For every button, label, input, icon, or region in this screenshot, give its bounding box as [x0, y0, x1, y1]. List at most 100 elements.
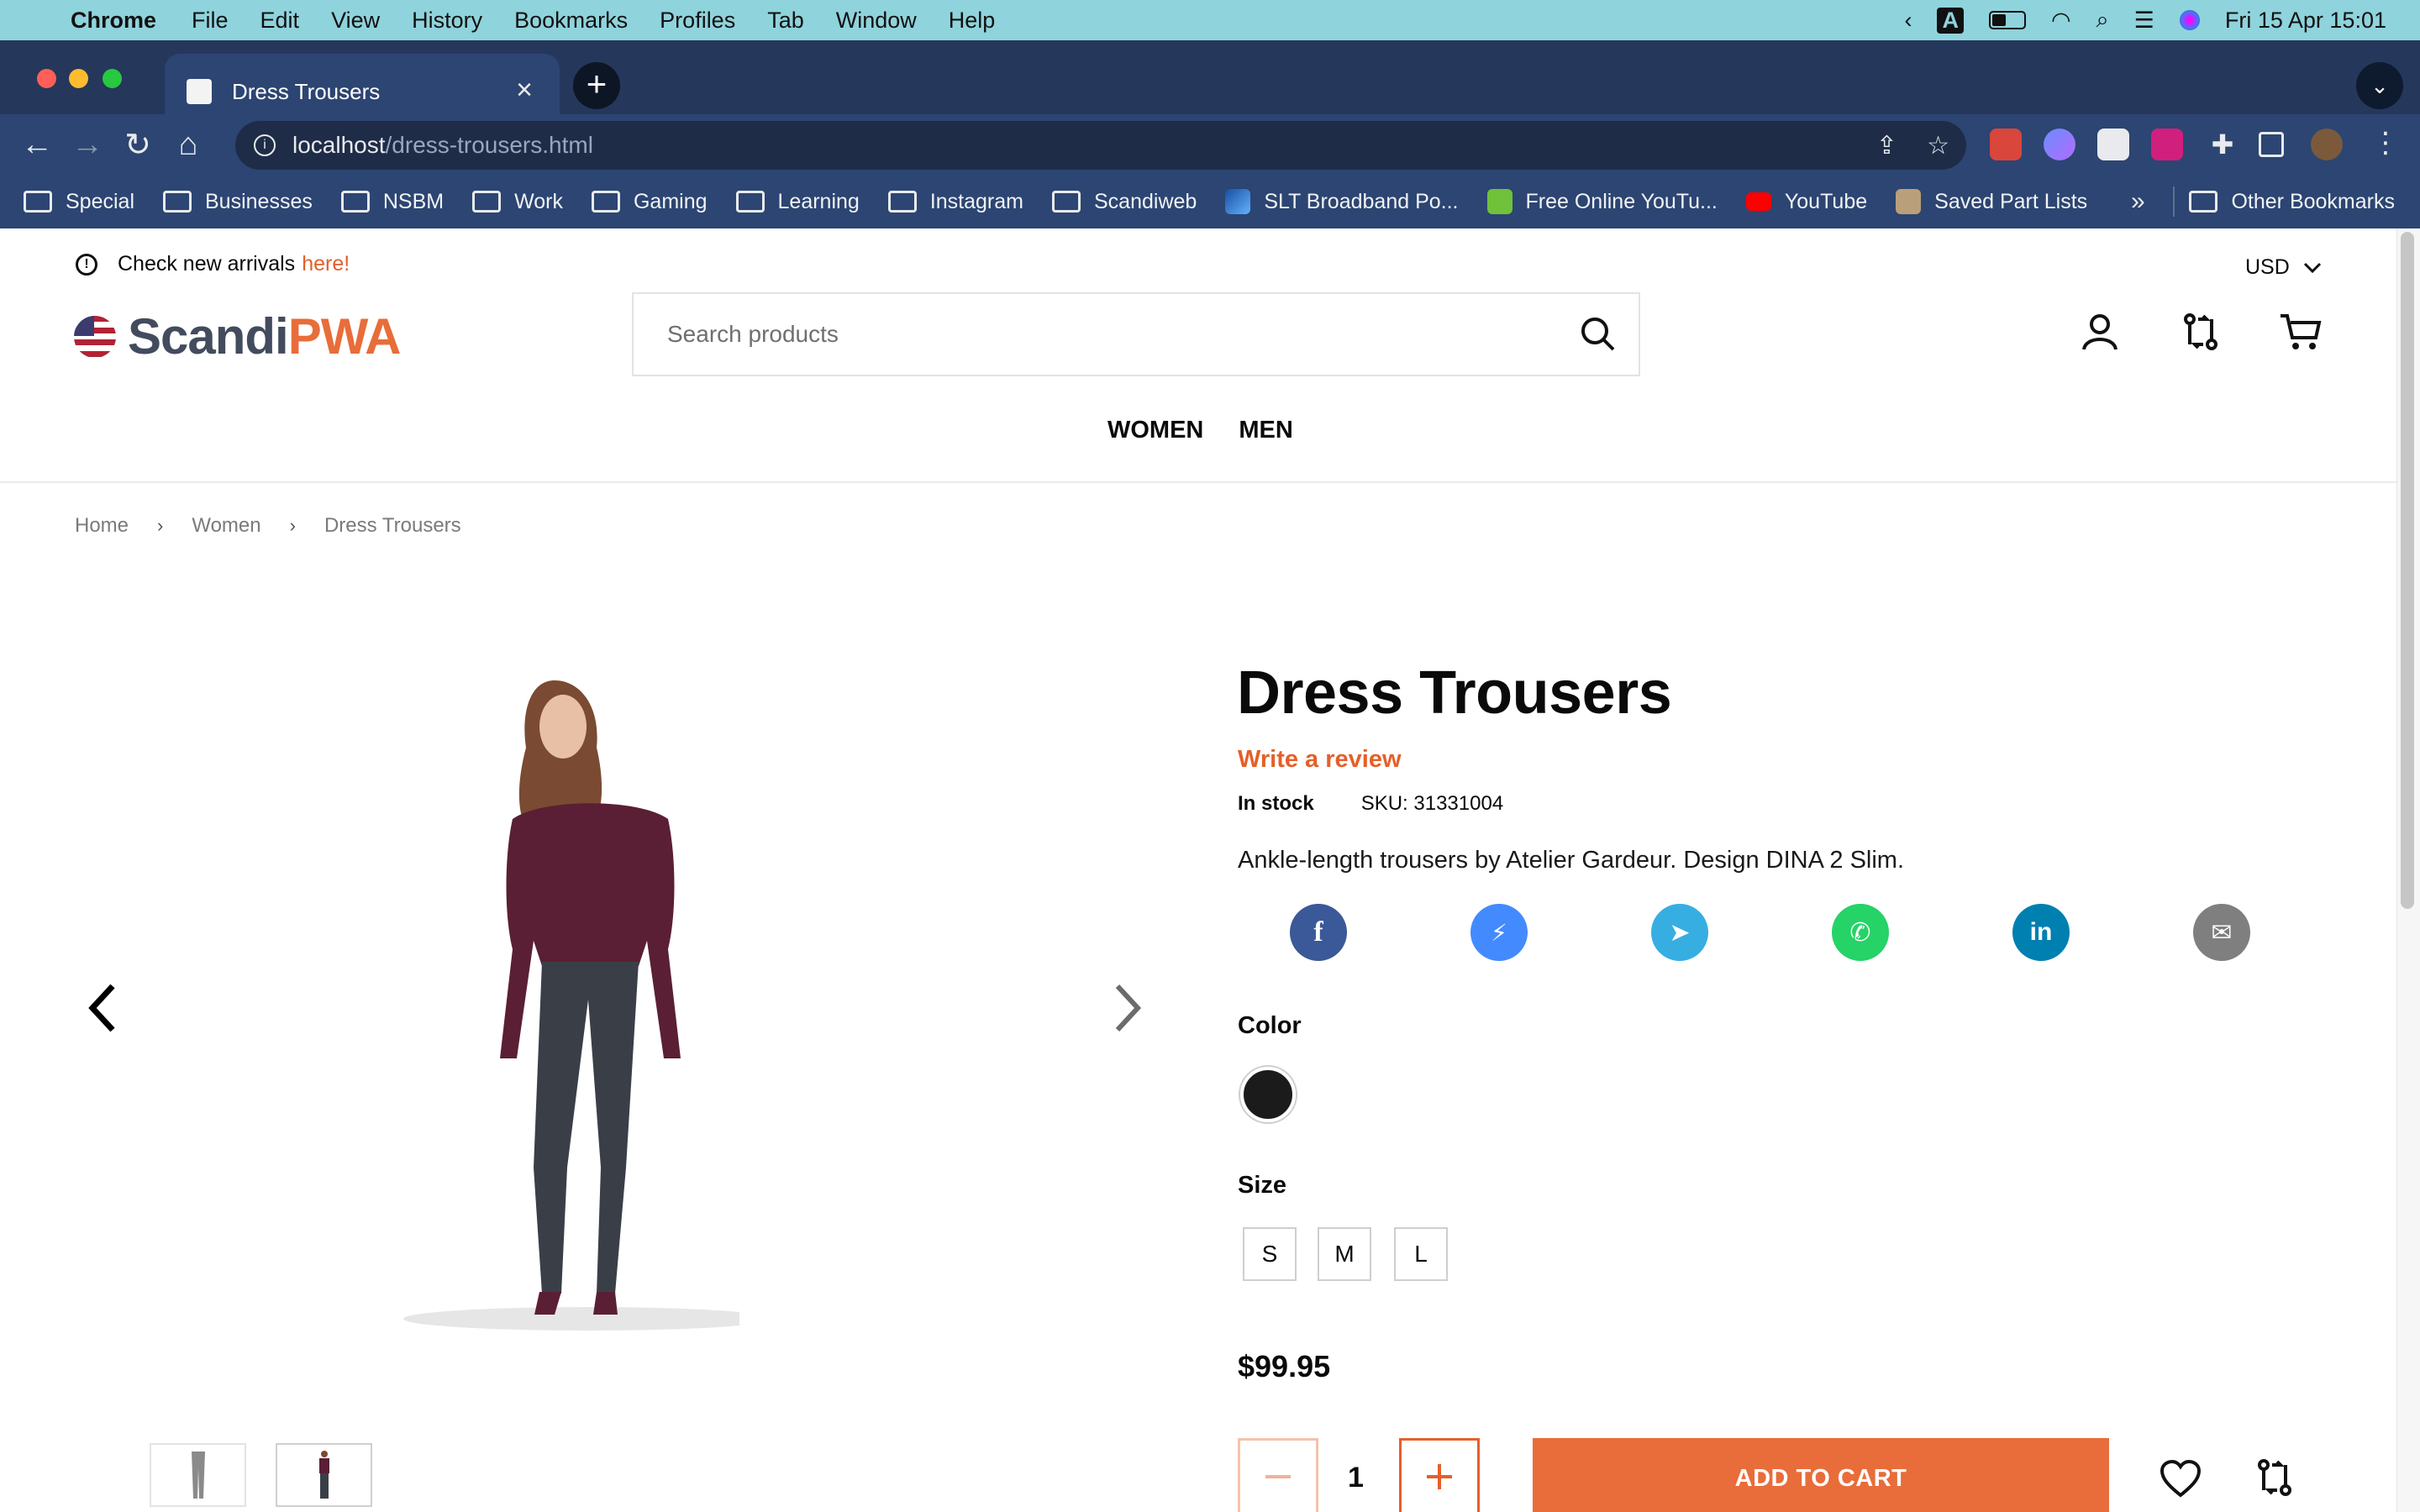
- address-bar[interactable]: i localhost/dress-trousers.html ⇪ ☆: [235, 121, 1966, 170]
- notice-text: Check new arrivals: [118, 252, 296, 276]
- share-email-button[interactable]: ✉: [2193, 904, 2250, 961]
- site-info-icon[interactable]: i: [254, 134, 276, 156]
- other-bookmarks[interactable]: Other Bookmarks: [2189, 175, 2395, 228]
- add-to-cart-button[interactable]: ADD TO CART: [1533, 1438, 2109, 1512]
- share-telegram-button[interactable]: ➤: [1651, 904, 1708, 961]
- share-messenger-button[interactable]: ⚡: [1470, 904, 1528, 961]
- siri-icon[interactable]: [2179, 10, 2200, 30]
- bookmark-slt-broadband[interactable]: SLT Broadband Po...: [1225, 189, 1459, 214]
- scrollbar-thumb[interactable]: [2401, 232, 2414, 909]
- extension-2-icon[interactable]: [2044, 129, 2075, 160]
- size-option-l[interactable]: L: [1394, 1227, 1448, 1281]
- nav-men[interactable]: MEN: [1239, 417, 1292, 444]
- bookmark-learning[interactable]: Learning: [735, 190, 860, 214]
- menu-history[interactable]: History: [412, 8, 482, 34]
- app-menu-chrome[interactable]: Chrome: [71, 8, 156, 34]
- menu-view[interactable]: View: [331, 8, 380, 34]
- control-center-icon[interactable]: ☰: [2134, 8, 2154, 34]
- thumbnail-2[interactable]: [276, 1443, 372, 1507]
- size-option-m[interactable]: M: [1318, 1227, 1371, 1281]
- breadcrumb: Home › Women › Dress Trousers: [75, 514, 461, 538]
- bookmarks-overflow-icon[interactable]: »: [2131, 175, 2145, 228]
- bookmark-star-icon[interactable]: ☆: [1927, 131, 1949, 160]
- color-label: Color: [1238, 1012, 1302, 1039]
- extension-1-icon[interactable]: [1990, 129, 2022, 160]
- slt-icon: [1225, 189, 1251, 214]
- share-icon[interactable]: ⇪: [1876, 131, 1897, 160]
- breadcrumb-women[interactable]: Women: [192, 514, 260, 538]
- chevron-left-icon[interactable]: ‹: [1904, 8, 1912, 34]
- share-facebook-button[interactable]: f: [1290, 904, 1347, 961]
- profile-avatar[interactable]: [2311, 129, 2343, 160]
- bookmark-free-online-youtube[interactable]: Free Online YouTu...: [1486, 189, 1718, 214]
- chevron-right-icon: ›: [289, 515, 296, 536]
- stock-info: In stock SKU: 31331004: [1238, 792, 1503, 816]
- bookmark-special[interactable]: Special: [24, 190, 134, 214]
- reload-icon[interactable]: ↻: [113, 126, 163, 164]
- menu-profiles[interactable]: Profiles: [660, 8, 735, 34]
- previous-image-arrow-icon[interactable]: [86, 983, 119, 1033]
- thumbnail-1[interactable]: [150, 1443, 246, 1507]
- bookmark-scandiweb[interactable]: Scandiweb: [1052, 190, 1197, 214]
- close-tab-icon[interactable]: ×: [516, 74, 533, 107]
- chevron-right-icon: ›: [157, 515, 164, 536]
- search-icon[interactable]: [1580, 316, 1617, 353]
- close-window-button[interactable]: [37, 69, 56, 88]
- messenger-icon: ⚡: [1491, 919, 1507, 946]
- cart-icon[interactable]: [2279, 312, 2323, 351]
- tab-search-chevron-icon[interactable]: ⌄: [2356, 62, 2403, 109]
- size-option-s[interactable]: S: [1243, 1227, 1297, 1281]
- wifi-icon[interactable]: ◠: [2051, 8, 2071, 34]
- account-icon[interactable]: [2081, 312, 2119, 351]
- side-panel-icon[interactable]: [2259, 132, 2284, 157]
- share-whatsapp-button[interactable]: ✆: [1832, 904, 1889, 961]
- keyboard-input-icon[interactable]: A: [1937, 7, 1964, 34]
- extension-4-icon[interactable]: [2151, 129, 2183, 160]
- spotlight-search-icon[interactable]: ⌕: [2096, 7, 2109, 34]
- menu-help[interactable]: Help: [949, 8, 996, 34]
- color-swatch-black[interactable]: [1240, 1067, 1296, 1122]
- product-image[interactable]: [387, 664, 739, 1336]
- quantity-decrease-button[interactable]: [1238, 1438, 1318, 1512]
- bookmark-work[interactable]: Work: [472, 190, 563, 214]
- bookmark-gaming[interactable]: Gaming: [591, 190, 708, 214]
- bookmark-youtube[interactable]: YouTube: [1745, 190, 1867, 214]
- url-path: /dress-trousers.html: [385, 132, 593, 158]
- notice-link[interactable]: here!: [302, 252, 350, 276]
- menu-file[interactable]: File: [192, 8, 229, 34]
- home-icon[interactable]: ⌂: [163, 127, 213, 163]
- minimize-window-button[interactable]: [69, 69, 88, 88]
- extension-3-icon[interactable]: [2097, 129, 2129, 160]
- next-image-arrow-icon[interactable]: [1111, 983, 1144, 1033]
- forward-icon[interactable]: →: [62, 127, 113, 163]
- menu-tab[interactable]: Tab: [767, 8, 804, 34]
- bookmark-businesses[interactable]: Businesses: [163, 190, 313, 214]
- nav-women[interactable]: WOMEN: [1107, 417, 1203, 444]
- battery-icon[interactable]: [1988, 11, 2026, 29]
- add-to-compare-icon[interactable]: [2255, 1458, 2294, 1497]
- store-logo[interactable]: ScandiPWA: [74, 307, 401, 365]
- menu-window[interactable]: Window: [836, 8, 917, 34]
- search-field[interactable]: Search products: [632, 292, 1640, 376]
- browser-menu-icon[interactable]: ⋮: [2370, 129, 2402, 160]
- extensions-puzzle-icon[interactable]: ✚: [2207, 129, 2238, 160]
- share-linkedin-button[interactable]: in: [2012, 904, 2070, 961]
- clock[interactable]: Fri 15 Apr 15:01: [2225, 8, 2386, 34]
- quantity-value[interactable]: 1: [1348, 1462, 1364, 1494]
- breadcrumb-current: Dress Trousers: [324, 514, 461, 537]
- bookmark-instagram[interactable]: Instagram: [887, 190, 1023, 214]
- zoom-window-button[interactable]: [103, 69, 122, 88]
- currency-switcher[interactable]: USD: [2245, 255, 2322, 280]
- wishlist-heart-icon[interactable]: [2160, 1460, 2202, 1499]
- compare-icon[interactable]: [2181, 312, 2220, 351]
- bookmark-nsbm[interactable]: NSBM: [340, 190, 444, 214]
- quantity-increase-button[interactable]: [1399, 1438, 1480, 1512]
- write-review-link[interactable]: Write a review: [1238, 746, 1402, 774]
- new-tab-button[interactable]: +: [573, 62, 620, 109]
- menu-bookmarks[interactable]: Bookmarks: [514, 8, 628, 34]
- back-icon[interactable]: ←: [12, 127, 62, 163]
- info-icon: !: [76, 253, 97, 276]
- menu-edit[interactable]: Edit: [260, 8, 300, 34]
- bookmark-saved-part-lists[interactable]: Saved Part Lists: [1896, 189, 2087, 214]
- breadcrumb-home[interactable]: Home: [75, 514, 129, 538]
